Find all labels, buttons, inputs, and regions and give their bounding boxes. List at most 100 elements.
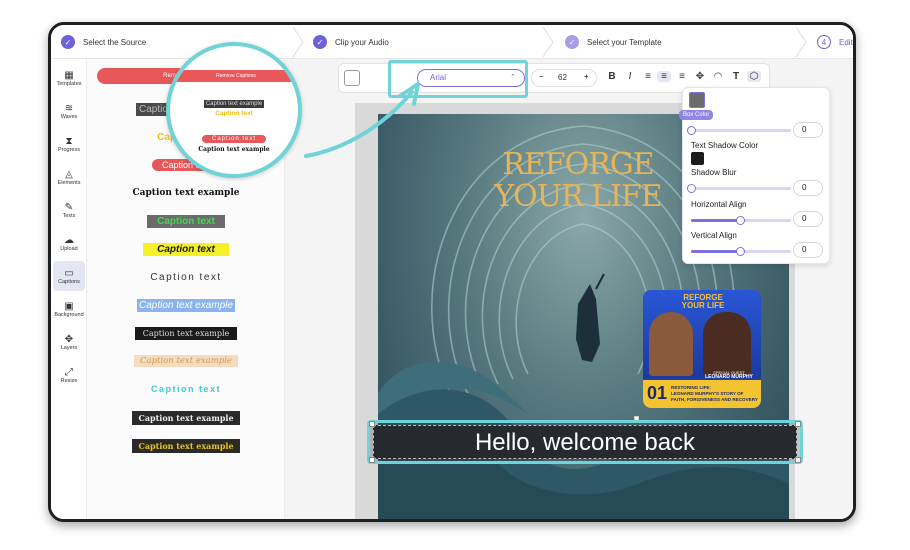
caption-style-5[interactable]: Caption text [87,215,285,228]
episode-title-line2: YOUR LIFE [681,301,725,310]
episode-desc-line3: FAITH, FORGIVENESS AND RECOVERY [671,397,758,402]
chevron-right-icon [292,27,304,57]
vertical-align-value[interactable]: 0 [793,242,823,258]
font-size-value: 62 [558,73,567,82]
decrease-size-button[interactable]: − [539,72,544,81]
grid-icon: ▦ [64,69,74,81]
rail-label: Templates [56,80,82,87]
shadow-blur-slider[interactable] [687,184,791,193]
slider-knob[interactable] [687,126,696,135]
left-toolbar: ▦ Templates ≋ Waves ⧗ Progress ◬ Element… [51,59,87,519]
wizard-stepper: ✓ Select the Source ✓ Clip your Audio ✓ … [51,25,853,59]
box-color-swatch[interactable] [689,92,705,108]
rail-progress[interactable]: ⧗ Progress [53,129,85,159]
rail-elements[interactable]: ◬ Elements [53,162,85,192]
rail-label: Waves [60,113,78,120]
caption-box[interactable]: Hello, welcome back [373,425,797,459]
align-left-icon[interactable]: ≡ [641,71,655,82]
caption-style-11[interactable]: Caption text [87,383,285,395]
vertical-align-slider[interactable] [691,247,791,256]
episode-card[interactable]: REFORGE YOUR LIFE SPECIAL GUEST LEONARD … [643,290,761,408]
align-right-icon[interactable]: ≡ [675,71,689,82]
resize-icon: ⤢ [65,366,73,378]
caption-properties-panel: Box Color 0 Text Shadow Color Shadow Blu… [679,87,830,264]
step-label: Clip your Audio [335,37,389,47]
shapes-icon: ◬ [65,168,73,180]
font-select-highlight [388,60,528,98]
caption-style-13[interactable]: Caption text example [87,439,285,453]
box-opacity-value[interactable]: 0 [793,122,823,138]
text-style-icon[interactable]: T [729,71,743,82]
slider-knob[interactable] [736,216,745,225]
rail-label: Background [54,311,84,318]
caption-style-10[interactable]: Caption text example [87,355,285,367]
italic-icon[interactable]: I [623,71,637,82]
rail-layers[interactable]: ✥ Layers [53,327,85,357]
magnified-caption-2: Caption text [215,110,253,117]
increase-size-button[interactable]: + [584,72,589,81]
poster-title-line1: REFORGE [502,147,654,182]
rail-label: Progress [57,146,80,153]
rail-templates[interactable]: ▦ Templates [53,63,85,93]
rail-resize[interactable]: ⤢ Resize [53,360,85,390]
bold-icon[interactable]: B [605,71,619,82]
curve-icon[interactable]: ◠ [711,71,725,82]
guest-photo-left [649,312,693,376]
rail-label: Elements [57,179,81,186]
check-icon: ✓ [313,35,327,49]
step-clip-audio[interactable]: ✓ Clip your Audio [313,25,389,59]
magnified-caption-4: Caption text example [198,146,270,153]
horizontal-align-slider[interactable] [691,216,791,225]
step-edit[interactable]: 4 Edit [817,25,853,59]
rail-waves[interactable]: ≋ Waves [53,96,85,126]
move-icon: ✥ [64,333,74,345]
box-opacity-slider[interactable] [687,126,791,135]
rail-captions[interactable]: ▭ Captions [53,261,85,291]
wave-icon: ≋ [64,102,74,114]
horizontal-align-value[interactable]: 0 [793,211,823,227]
shadow-blur-value[interactable]: 0 [793,180,823,196]
rail-upload[interactable]: ☁ Upload [53,228,85,258]
caption-style-4[interactable]: Caption text example [87,187,285,199]
effects-icon[interactable]: ⬡ [747,71,761,82]
step-select-template[interactable]: ✓ Select your Template [565,25,662,59]
rail-label: Layers [60,344,78,351]
rail-label: Upload [60,245,78,252]
episode-description: RESTORING LIFE: LEONARD MURPHY'S STORY O… [671,385,759,403]
text-shadow-color-label: Text Shadow Color [691,141,759,150]
poster-title: REFORGE YOUR LIFE [478,149,678,213]
step-select-source[interactable]: ✓ Select the Source [61,25,146,59]
resize-handle-bl[interactable] [369,457,375,463]
poster-title-line2: YOUR LIFE [494,179,662,214]
rail-background[interactable]: ▣ Background [53,294,85,324]
font-size-stepper[interactable]: − 62 + [531,69,597,87]
shadow-color-swatch[interactable] [691,152,704,165]
caption-style-6[interactable]: Caption text [87,243,285,256]
rail-label: Resize [60,377,78,384]
resize-handle-tl[interactable] [369,421,375,427]
caption-style-9[interactable]: Caption text example [87,327,285,340]
pen-icon: ✎ [64,201,74,213]
slider-knob[interactable] [687,184,696,193]
guest-photo-right [703,312,751,376]
resize-handle-br[interactable] [795,457,801,463]
rail-label: Texts [62,212,76,219]
align-center-icon[interactable]: ≡ [657,71,671,82]
slider-knob[interactable] [736,247,745,256]
magnifier-callout: Remove Captions Caption text example Cap… [166,42,302,178]
move-icon[interactable]: ✥ [693,71,707,82]
step-label: Select your Template [587,37,662,47]
magnified-caption-1: Caption text example [203,100,265,108]
shadow-blur-label: Shadow Blur [691,168,737,177]
captions-icon: ▭ [64,267,74,279]
text-color-swatch[interactable] [344,70,360,86]
check-icon: ✓ [61,35,75,49]
resize-handle-tr[interactable] [795,421,801,427]
caption-style-12[interactable]: Caption text example [87,411,285,425]
box-color-tooltip: Box Color [679,110,714,120]
rail-texts[interactable]: ✎ Texts [53,195,85,225]
caption-style-7[interactable]: Caption text [87,271,285,284]
check-icon: ✓ [565,35,579,49]
caption-style-8[interactable]: Caption text example [87,299,285,312]
magnified-remove-captions: Remove Captions [170,70,298,82]
